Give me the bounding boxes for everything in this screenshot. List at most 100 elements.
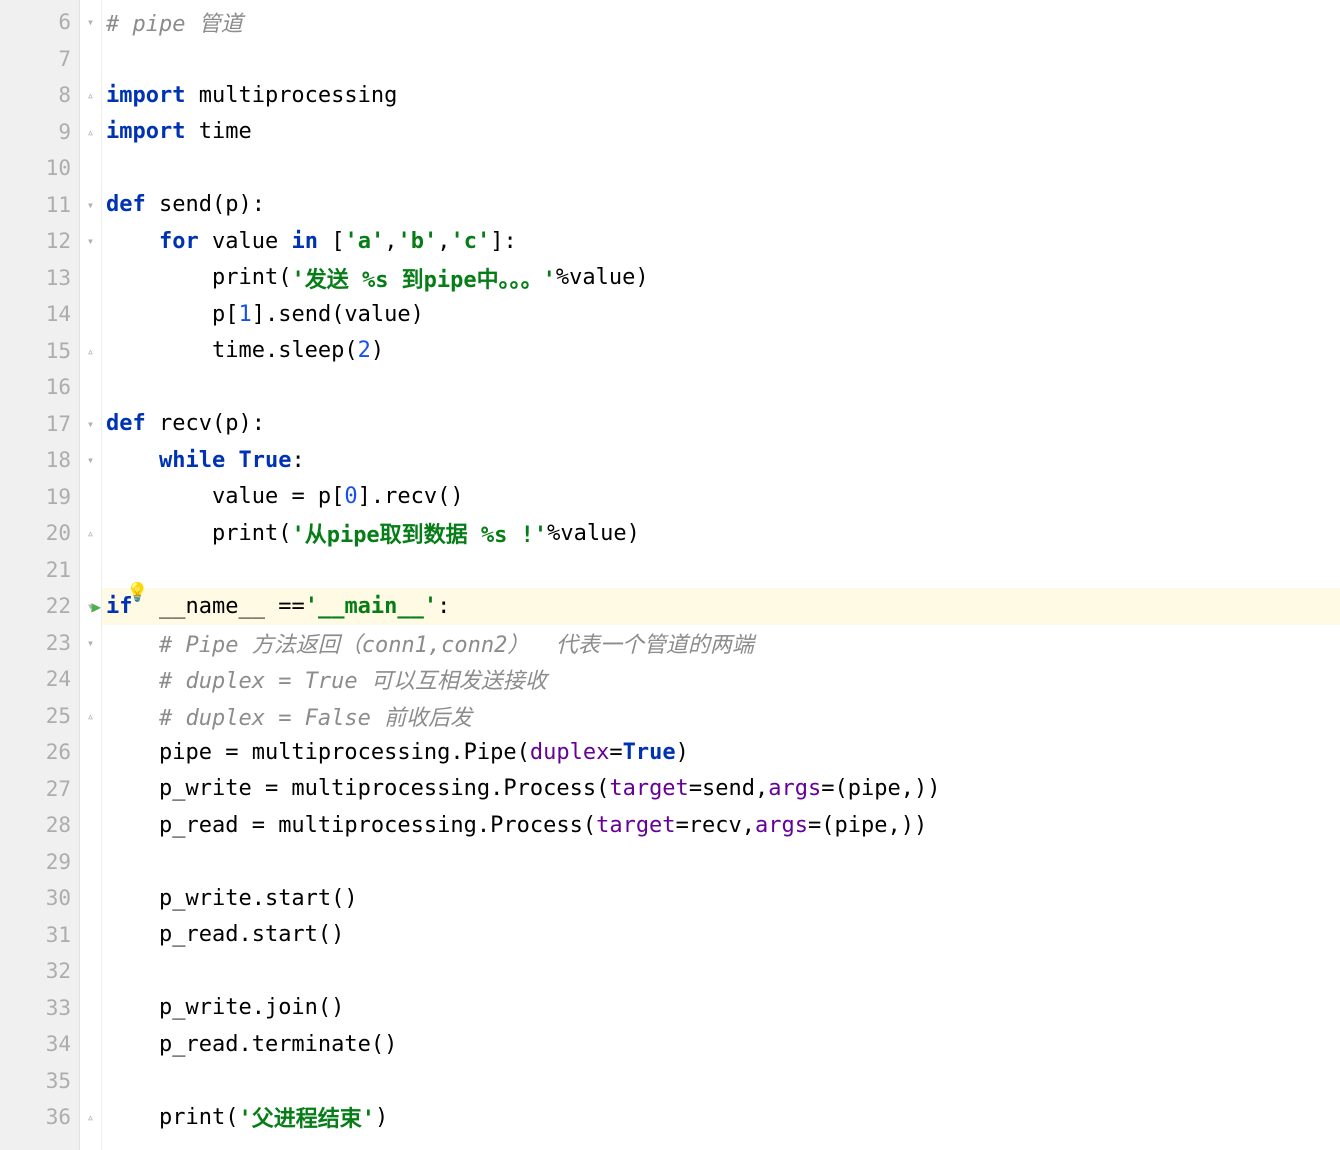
gutter-line[interactable]: 26 bbox=[0, 734, 79, 771]
fold-close-icon[interactable]: ▵ bbox=[87, 89, 94, 101]
code-line[interactable]: # duplex = False 前收后发 bbox=[102, 698, 1340, 735]
gutter-line[interactable]: 30 bbox=[0, 880, 79, 917]
fold-marker-cell[interactable]: ▾ bbox=[80, 406, 101, 443]
fold-marker-cell[interactable]: ▵ bbox=[80, 698, 101, 735]
code-line[interactable] bbox=[102, 150, 1340, 187]
gutter-line[interactable]: 32 bbox=[0, 953, 79, 990]
code-line[interactable] bbox=[102, 953, 1340, 990]
gutter-line[interactable]: 36 bbox=[0, 1099, 79, 1136]
code-token: value bbox=[212, 229, 291, 254]
code-line[interactable]: p_read = multiprocessing.Process(target=… bbox=[102, 807, 1340, 844]
gutter-line[interactable]: 16 bbox=[0, 369, 79, 406]
gutter-line[interactable]: 18 bbox=[0, 442, 79, 479]
gutter-line[interactable]: 13 bbox=[0, 260, 79, 297]
fold-marker-cell[interactable]: ▵ bbox=[80, 77, 101, 114]
code-line[interactable]: p_write.start() bbox=[102, 880, 1340, 917]
gutter-line[interactable]: 25 bbox=[0, 698, 79, 735]
gutter-line[interactable]: 24 bbox=[0, 661, 79, 698]
fold-marker-cell[interactable]: ▾ bbox=[80, 625, 101, 662]
code-line[interactable]: p_write.join() bbox=[102, 990, 1340, 1027]
code-line[interactable]: def recv(p): bbox=[102, 406, 1340, 443]
code-line[interactable]: import multiprocessing bbox=[102, 77, 1340, 114]
gutter-line[interactable]: 34 bbox=[0, 1026, 79, 1063]
fold-close-icon[interactable]: ▵ bbox=[87, 710, 94, 722]
intention-bulb-icon[interactable]: 💡 bbox=[126, 582, 148, 603]
fold-open-icon[interactable]: ▾ bbox=[87, 600, 94, 612]
code-line[interactable]: print('发送 %s 到pipe中。。。'%value) bbox=[102, 260, 1340, 297]
fold-marker-cell[interactable]: ▵ bbox=[80, 114, 101, 151]
code-line[interactable]: p_write = multiprocessing.Process(target… bbox=[102, 771, 1340, 808]
gutter-line[interactable]: 23 bbox=[0, 625, 79, 662]
fold-marker-cell bbox=[80, 771, 101, 808]
code-editor-area[interactable]: 💡 # pipe 管道 import multiprocessingimport … bbox=[102, 0, 1340, 1150]
code-line[interactable]: p[1].send(value) bbox=[102, 296, 1340, 333]
fold-open-icon[interactable]: ▾ bbox=[87, 637, 94, 649]
code-line[interactable]: for value in ['a','b','c']: bbox=[102, 223, 1340, 260]
fold-open-icon[interactable]: ▾ bbox=[87, 235, 94, 247]
line-number: 32 bbox=[46, 959, 71, 983]
gutter-line[interactable]: 6 bbox=[0, 4, 79, 41]
fold-marker-cell[interactable]: ▾ bbox=[80, 4, 101, 41]
code-line[interactable] bbox=[102, 844, 1340, 881]
gutter-line[interactable]: 19 bbox=[0, 479, 79, 516]
gutter-line[interactable]: 12 bbox=[0, 223, 79, 260]
fold-open-icon[interactable]: ▾ bbox=[87, 454, 94, 466]
code-line[interactable] bbox=[102, 369, 1340, 406]
fold-marker-cell[interactable]: ▾ bbox=[80, 223, 101, 260]
gutter-line[interactable]: 27 bbox=[0, 771, 79, 808]
fold-marker-cell[interactable]: ▾ bbox=[80, 442, 101, 479]
fold-close-icon[interactable]: ▵ bbox=[87, 527, 94, 539]
fold-marker-cell[interactable]: ▾ bbox=[80, 187, 101, 224]
gutter-line[interactable]: 8 bbox=[0, 77, 79, 114]
code-line[interactable]: p_read.start() bbox=[102, 917, 1340, 954]
gutter-line[interactable]: 33 bbox=[0, 990, 79, 1027]
code-line[interactable]: import time bbox=[102, 114, 1340, 151]
code-line[interactable]: # Pipe 方法返回（conn1,conn2） 代表一个管道的两端 bbox=[102, 625, 1340, 662]
code-line[interactable] bbox=[102, 1063, 1340, 1100]
gutter-line[interactable]: 9 bbox=[0, 114, 79, 151]
fold-open-icon[interactable]: ▾ bbox=[87, 418, 94, 430]
fold-open-icon[interactable]: ▾ bbox=[87, 16, 94, 28]
fold-open-icon[interactable]: ▾ bbox=[87, 199, 94, 211]
code-token: 'c' bbox=[450, 229, 490, 254]
code-token: =send, bbox=[689, 776, 768, 801]
code-line[interactable]: # duplex = True 可以互相发送接收 bbox=[102, 661, 1340, 698]
code-token: p_write = multiprocessing.Process( bbox=[159, 776, 609, 801]
fold-marker-cell[interactable]: ▵ bbox=[80, 333, 101, 370]
fold-close-icon[interactable]: ▵ bbox=[87, 345, 94, 357]
indent bbox=[106, 703, 159, 728]
gutter-line[interactable]: 21 bbox=[0, 552, 79, 589]
gutter-line[interactable]: 20 bbox=[0, 515, 79, 552]
indent bbox=[106, 338, 212, 363]
gutter-line[interactable]: 11 bbox=[0, 187, 79, 224]
fold-marker-cell[interactable]: ▵ bbox=[80, 1099, 101, 1136]
code-line[interactable]: time.sleep(2) bbox=[102, 333, 1340, 370]
fold-marker-cell[interactable]: ▵ bbox=[80, 515, 101, 552]
code-line[interactable]: value = p[0].recv() bbox=[102, 479, 1340, 516]
code-line[interactable]: while True: bbox=[102, 442, 1340, 479]
gutter-line[interactable]: 31 bbox=[0, 917, 79, 954]
gutter-line[interactable]: 28 bbox=[0, 807, 79, 844]
code-line[interactable] bbox=[102, 41, 1340, 78]
code-line[interactable]: if __name__ =='__main__': bbox=[102, 588, 1340, 625]
code-line[interactable]: pipe = multiprocessing.Pipe(duplex=True) bbox=[102, 734, 1340, 771]
gutter-line[interactable]: 17 bbox=[0, 406, 79, 443]
gutter-line[interactable]: 35 bbox=[0, 1063, 79, 1100]
fold-close-icon[interactable]: ▵ bbox=[87, 126, 94, 138]
fold-close-icon[interactable]: ▵ bbox=[87, 1111, 94, 1123]
code-line[interactable]: def send(p): bbox=[102, 187, 1340, 224]
code-line[interactable]: # pipe 管道 bbox=[102, 4, 1340, 41]
code-line[interactable]: p_read.terminate() bbox=[102, 1026, 1340, 1063]
gutter-line[interactable]: 14 bbox=[0, 296, 79, 333]
gutter-line[interactable]: 15 bbox=[0, 333, 79, 370]
gutter-line[interactable]: 22▶ bbox=[0, 588, 79, 625]
gutter-line[interactable]: 7 bbox=[0, 41, 79, 78]
gutter-line[interactable]: 10 bbox=[0, 150, 79, 187]
code-line[interactable]: print('从pipe取到数据 %s !'%value) bbox=[102, 515, 1340, 552]
code-line[interactable] bbox=[102, 552, 1340, 589]
fold-marker-cell bbox=[80, 807, 101, 844]
code-token: p_read.terminate() bbox=[159, 1032, 397, 1057]
gutter-line[interactable]: 29 bbox=[0, 844, 79, 881]
fold-marker-cell[interactable]: ▾ bbox=[80, 588, 101, 625]
code-line[interactable]: print('父进程结束') bbox=[102, 1099, 1340, 1136]
